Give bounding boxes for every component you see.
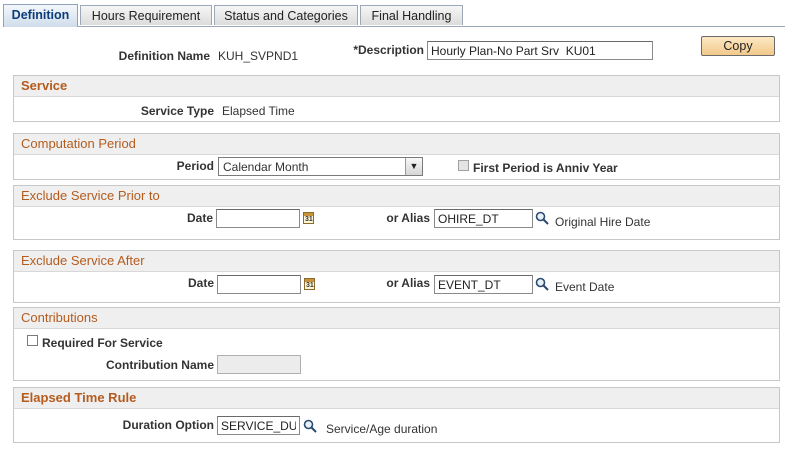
exclude-after-date-label: Date: [187, 276, 214, 290]
tab-hours-requirement[interactable]: Hours Requirement: [80, 5, 212, 25]
tab-bar: Definition Hours Requirement Status and …: [3, 4, 785, 27]
description-label: *Description: [353, 43, 424, 57]
required-for-service-label: Required For Service: [42, 336, 163, 350]
exclude-after-date-input[interactable]: [217, 275, 301, 294]
period-label: Period: [176, 159, 214, 173]
exclude-prior-title: Exclude Service Prior to: [14, 186, 779, 207]
exclude-after-alias-desc: Event Date: [555, 280, 615, 294]
period-select-value: Calendar Month: [223, 160, 309, 174]
definition-name-label: Definition Name: [118, 49, 210, 63]
contribution-name-label: Contribution Name: [106, 358, 214, 372]
exclude-after-title: Exclude Service After: [14, 251, 779, 272]
exclude-after-alias-input[interactable]: [434, 275, 533, 294]
tab-definition-label: Definition: [11, 8, 70, 22]
duration-option-label: Duration Option: [122, 418, 214, 432]
definition-name-value: KUH_SVPND1: [218, 49, 299, 63]
exclude-after-alias-label: or Alias: [386, 276, 430, 290]
calendar-icon[interactable]: 31: [304, 278, 315, 290]
service-type-value: Elapsed Time: [222, 104, 295, 118]
tab-status-and-categories[interactable]: Status and Categories: [214, 5, 358, 25]
tab-bar-line: [3, 26, 785, 27]
tab-final-handling[interactable]: Final Handling: [360, 5, 463, 25]
copy-button[interactable]: Copy: [701, 36, 775, 56]
exclude-prior-alias-desc: Original Hire Date: [555, 215, 651, 229]
period-select[interactable]: Calendar Month ▼: [218, 157, 423, 176]
lookup-icon[interactable]: [303, 419, 317, 433]
exclude-prior-alias-label: or Alias: [386, 211, 430, 225]
exclude-prior-date-label: Date: [186, 211, 213, 225]
lookup-icon[interactable]: [535, 277, 549, 291]
chevron-down-icon[interactable]: ▼: [405, 158, 422, 175]
first-period-checkbox[interactable]: [458, 160, 469, 171]
computation-period-title: Computation Period: [14, 134, 779, 155]
contributions-title: Contributions: [14, 308, 779, 329]
tab-final-handling-label: Final Handling: [371, 9, 452, 23]
exclude-prior-alias-input[interactable]: [434, 209, 533, 228]
first-period-label: First Period is Anniv Year: [473, 161, 618, 175]
exclude-prior-date-input[interactable]: [216, 209, 300, 228]
duration-option-desc: Service/Age duration: [326, 422, 438, 436]
contribution-name-input[interactable]: [217, 355, 301, 374]
service-type-label: Service Type: [140, 104, 214, 118]
calendar-icon[interactable]: 31: [303, 212, 314, 224]
required-for-service-checkbox[interactable]: [27, 335, 38, 346]
lookup-icon[interactable]: [535, 211, 549, 225]
tab-definition[interactable]: Definition: [3, 4, 78, 27]
description-input[interactable]: [427, 41, 653, 60]
elapsed-time-rule-title: Elapsed Time Rule: [14, 388, 779, 409]
duration-option-input[interactable]: [217, 416, 300, 435]
service-title: Service: [14, 76, 779, 97]
tab-status-and-categories-label: Status and Categories: [224, 9, 348, 23]
tab-hours-requirement-label: Hours Requirement: [91, 9, 201, 23]
